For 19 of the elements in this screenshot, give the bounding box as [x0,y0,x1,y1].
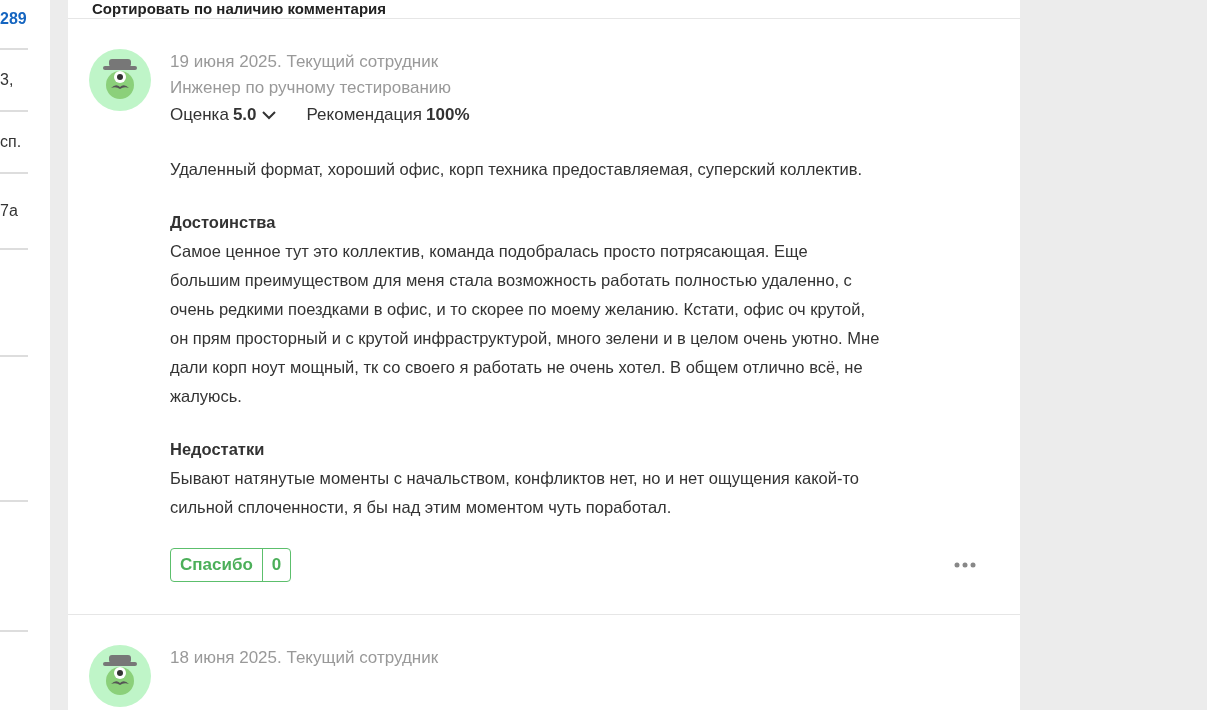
review-date: 19 июня 2025. Текущий сотрудник [170,51,440,73]
section-title: Достоинства [170,212,277,233]
job-title: Инженер по ручному тестированию [170,77,453,99]
section-text: Бывают натянутые моменты с начальством, конфликтов нет, но и нет ощущения какой-то сильной сплоченности, я бы над этим моментом чуть поработал. [170,468,860,518]
section-text: Самое ценное тут это коллектив, команда подобралась просто потрясающая. Еще большим преимуществом для меня стала возможность работать полностью удаленно, с очень редкими поездками в офис, и то скорее по моему желанию. Кстати, офис оч крутой, он прям просторный и с крутой инфраструктурой, много зелени и в целом очень уютно. Мне дали корп ноут мощный, тк со своего я работать не очень хотел. В общем отлично всё, не жалуюсь. [170,241,881,407]
chevron-icon [260,110,277,120]
review-summary: Удаленный формат, хороший офис, корп техника предоставляемая, суперский коллектив. [170,159,864,180]
section-title: Недостатки [170,439,266,460]
recommendation-text: Рекомендация 100% [306,105,470,125]
count-link[interactable]: 289 [0,8,27,30]
avatar-icon [89,49,151,111]
sidebar-text: 7а [0,201,18,221]
sort-dropdown[interactable]: Сортировать по наличию комментария [92,0,387,18]
review-date: 18 июня 2025. Текущий сотрудник [170,647,440,669]
sidebar-text: 3, [0,70,14,90]
rating-toggle[interactable]: Оценка 5.0 [170,105,277,125]
avatar-icon [89,645,151,707]
sidebar-text: сп. [0,132,22,152]
thanks-count: 0 [261,549,291,581]
